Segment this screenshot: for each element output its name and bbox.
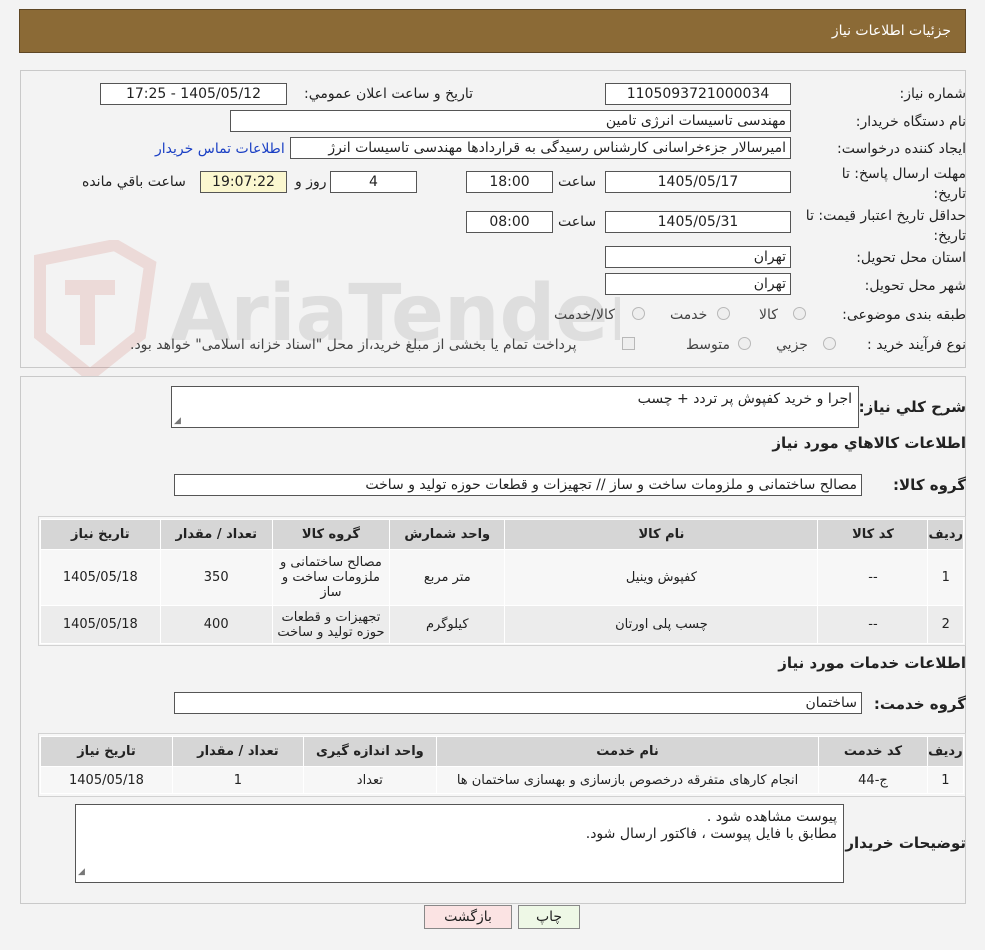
goods-col-code: كد كالا — [817, 519, 929, 550]
category-goods-label: كالا — [759, 307, 778, 323]
notes-line-2: مطابق با فایل پیوست ، فاکتور ارسال شود. — [585, 826, 837, 842]
category-radio-goods[interactable] — [793, 307, 806, 320]
validity-time-field[interactable]: 08:00 — [466, 211, 553, 233]
treasury-note: پرداخت تمام يا بخشی از مبلغ خريد،از محل … — [130, 337, 577, 353]
services-col-name: نام خدمت — [435, 736, 820, 767]
goods-col-date: تاريخ نياز — [40, 519, 161, 550]
notes-field[interactable]: پیوست مشاهده شود . مطابق با فایل پیوست ،… — [75, 804, 844, 883]
remaining-label: ساعت باقي مانده — [82, 174, 186, 190]
back-button[interactable]: بازگشت — [424, 905, 512, 929]
goods-col-qty: تعداد / مقدار — [159, 519, 273, 550]
cell-qty: 400 — [159, 605, 273, 644]
cell-date: 1405/05/18 — [40, 605, 161, 644]
cell-unit: کیلوگرم — [389, 605, 506, 644]
goods-group-label: گروه كالا: — [893, 476, 966, 494]
table-row[interactable]: 1 -- کفپوش وینیل متر مربع مصالح ساختمانی… — [40, 549, 964, 606]
announce-label: تاریخ و ساعت اعلان عمومي: — [304, 86, 473, 102]
days-field[interactable]: 4 — [330, 171, 417, 193]
announce-field[interactable]: 1405/05/12 - 17:25 — [100, 83, 287, 105]
creator-field[interactable]: امیرسالار جزءخراسانی کارشناس رسیدگی به ق… — [290, 137, 791, 159]
process-radio-medium[interactable] — [738, 337, 751, 350]
services-heading: اطلاعات خدمات مورد نياز — [778, 654, 966, 672]
cell-qty: 350 — [159, 549, 273, 606]
treasury-checkbox[interactable] — [622, 337, 635, 350]
goods-col-group: گروه كالا — [271, 519, 391, 550]
category-service-label: خدمت — [670, 307, 708, 323]
services-col-date: تاريخ نياز — [40, 736, 173, 767]
services-table: رديف كد خدمت نام خدمت واحد اندازه گيری ت… — [40, 736, 965, 794]
deadline-time-field[interactable]: 18:00 — [466, 171, 553, 193]
services-col-unit: واحد اندازه گيری — [302, 736, 437, 767]
cell-row: 1 — [926, 766, 965, 794]
cell-qty: 1 — [171, 766, 304, 794]
goods-table: رديف كد كالا نام كالا واحد شمارش گروه كا… — [40, 519, 964, 644]
city-field[interactable]: تهران — [605, 273, 791, 295]
buyer-contact-link[interactable]: اطلاعات تماس خريدار — [155, 141, 285, 157]
desc-text: اجرا و خرید کفپوش پر تردد + چسب — [637, 391, 852, 407]
cell-unit: متر مربع — [389, 549, 506, 606]
category-radio-goods-service[interactable] — [632, 307, 645, 320]
process-medium-label: متوسط — [686, 337, 730, 353]
cell-date: 1405/05/18 — [40, 549, 161, 606]
table-row[interactable]: 2 -- چسب پلی اورتان کیلوگرم تجهیزات و قط… — [40, 605, 964, 644]
service-group-label: گروه خدمت: — [873, 695, 966, 713]
validity-label: حداقل تاريخ اعتبار قيمت: تا تاريخ: — [805, 208, 966, 244]
notes-label: توضيحات خريدار: — [839, 834, 966, 852]
goods-col-name: نام كالا — [504, 519, 819, 550]
validity-date-field[interactable]: 1405/05/31 — [605, 211, 791, 233]
page-header: جزئیات اطلاعات نیاز — [19, 9, 966, 53]
cell-name: کفپوش وینیل — [504, 549, 819, 606]
goods-col-row: رديف — [927, 519, 964, 550]
services-col-row: رديف — [926, 736, 965, 767]
province-label: استان محل تحويل: — [856, 250, 966, 266]
process-radio-minor[interactable] — [823, 337, 836, 350]
goods-heading: اطلاعات كالاهاي مورد نياز — [772, 434, 966, 452]
deadline-label: مهلت ارسال پاسخ: تا تاريخ: — [841, 166, 966, 202]
cell-name: انجام کارهای متفرقه درخصوص بازسازی و بهس… — [435, 766, 820, 794]
services-col-code: كد خدمت — [818, 736, 928, 767]
print-button[interactable]: چاپ — [518, 905, 580, 929]
need-number-label: شماره نیاز: — [899, 86, 967, 102]
desc-field[interactable]: اجرا و خرید کفپوش پر تردد + چسب ◢ — [171, 386, 859, 428]
process-minor-label: جزيي — [776, 337, 808, 353]
creator-label: ايجاد كننده درخواست: — [837, 141, 966, 157]
buyer-label: نام دستگاه خريدار: — [855, 114, 966, 130]
cell-group: تجهیزات و قطعات حوزه تولید و ساخت — [271, 605, 391, 644]
need-number-field[interactable]: 1105093721000034 — [605, 83, 791, 105]
cell-row: 1 — [927, 549, 964, 606]
cell-date: 1405/05/18 — [40, 766, 173, 794]
notes-line-1: پیوست مشاهده شود . — [706, 809, 837, 825]
cell-unit: تعداد — [302, 766, 437, 794]
cell-group: مصالح ساختمانی و ملزومات ساخت و ساز — [271, 549, 391, 606]
buyer-field[interactable]: مهندسی تاسیسات انرژی تامین — [230, 110, 791, 132]
services-col-qty: تعداد / مقدار — [171, 736, 304, 767]
city-label: شهر محل تحويل: — [864, 278, 966, 294]
province-field[interactable]: تهران — [605, 246, 791, 268]
category-radio-service[interactable] — [717, 307, 730, 320]
cell-code: -- — [817, 605, 929, 644]
goods-col-unit: واحد شمارش — [389, 519, 506, 550]
cell-row: 2 — [927, 605, 964, 644]
table-row[interactable]: 1 ج-44 انجام کارهای متفرقه درخصوص بازساز… — [40, 766, 965, 794]
category-goods-service-label: كالا/خدمت — [554, 307, 615, 323]
validity-time-label: ساعت — [558, 214, 597, 230]
goods-group-field[interactable]: مصالح ساختمانی و ملزومات ساخت و ساز // ت… — [174, 474, 862, 496]
cell-code: -- — [817, 549, 929, 606]
resize-grip-icon[interactable]: ◢ — [78, 864, 85, 881]
days-label: روز و — [295, 174, 327, 190]
remaining-time-field: 19:07:22 — [200, 171, 287, 193]
cell-code: ج-44 — [818, 766, 928, 794]
service-group-field[interactable]: ساختمان — [174, 692, 862, 714]
cell-name: چسب پلی اورتان — [504, 605, 819, 644]
deadline-time-label: ساعت — [558, 174, 597, 190]
category-label: طبقه بندی موضوعی: — [842, 307, 966, 323]
desc-label: شرح كلي نياز: — [858, 398, 966, 416]
process-label: نوع فرآيند خريد : — [867, 337, 966, 353]
page-title: جزئیات اطلاعات نیاز — [831, 23, 951, 39]
deadline-date-field[interactable]: 1405/05/17 — [605, 171, 791, 193]
resize-grip-icon[interactable]: ◢ — [174, 416, 181, 426]
